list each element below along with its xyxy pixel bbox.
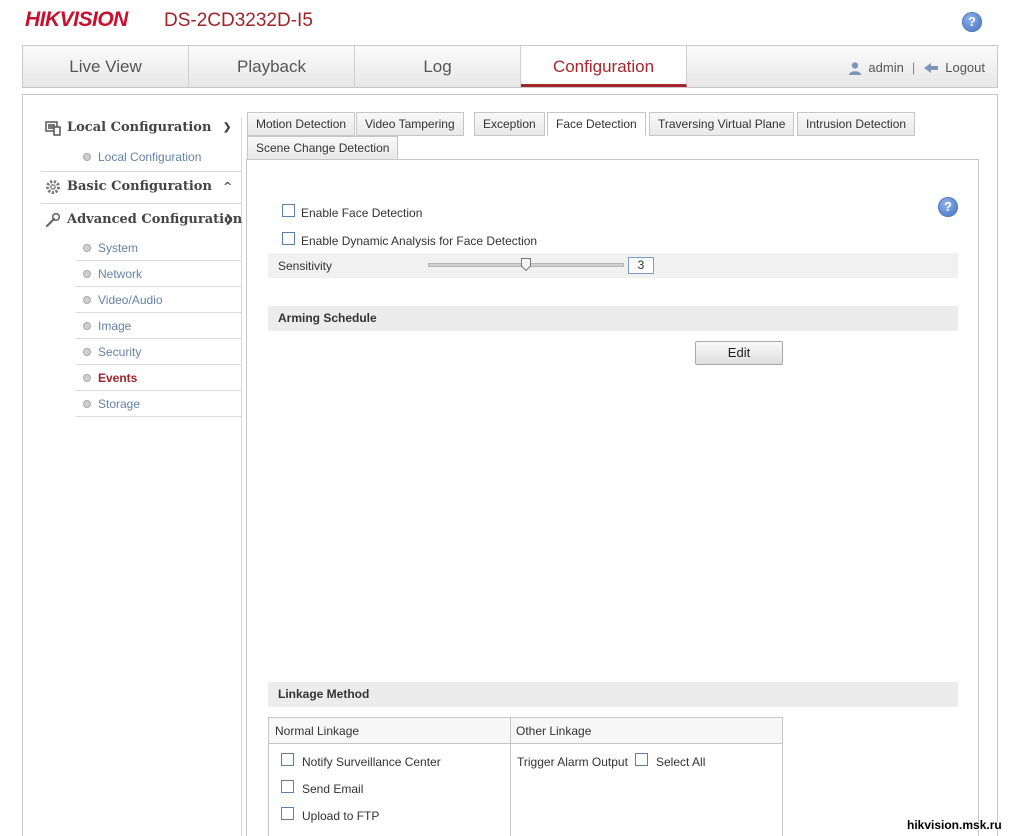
- tab-intrusion-detection[interactable]: Intrusion Detection: [797, 112, 916, 136]
- sidebar-separator: [41, 203, 241, 204]
- sidebar-item-system[interactable]: System: [75, 235, 242, 261]
- bullet-icon: [83, 296, 91, 304]
- top-nav: Live View Playback Log Configuration adm…: [22, 45, 998, 88]
- brand-logo: HIKVISION: [25, 8, 128, 31]
- linkage-method-header: Linkage Method: [268, 682, 958, 707]
- sidebar-local-label: Local Configuration: [67, 120, 212, 135]
- bullet-icon: [83, 322, 91, 330]
- bullet-icon: [83, 348, 91, 356]
- username: admin: [868, 60, 904, 76]
- send-email-label: Send Email: [302, 782, 364, 796]
- chevron-up-icon: ^: [223, 180, 233, 193]
- sidebar-item-label: Events: [98, 371, 138, 385]
- trigger-alarm-output-label: Trigger Alarm Output: [517, 755, 628, 769]
- bullet-icon: [83, 400, 91, 408]
- enable-dynamic-analysis-checkbox[interactable]: [282, 232, 295, 245]
- sidebar-item-label: System: [98, 241, 139, 255]
- sidebar-item-label: Security: [98, 345, 142, 359]
- chevron-down-icon: ❯: [225, 214, 234, 225]
- upload-to-ftp-checkbox[interactable]: [281, 807, 294, 820]
- nav-configuration[interactable]: Configuration: [521, 46, 687, 87]
- sidebar-item-label: Video/Audio: [98, 293, 163, 307]
- user-area: admin | Logout: [848, 46, 985, 87]
- logout-link[interactable]: Logout: [945, 60, 985, 75]
- monitor-icon: [45, 121, 61, 136]
- sidebar-basic-label: Basic Configuration: [67, 179, 212, 194]
- send-email-checkbox[interactable]: [281, 780, 294, 793]
- upload-to-ftp-label: Upload to FTP: [302, 809, 380, 823]
- help-button[interactable]: ?: [938, 197, 958, 217]
- sidebar-item-video-audio[interactable]: Video/Audio: [75, 287, 242, 313]
- chevron-down-icon: ❯: [223, 122, 232, 133]
- device-model: DS-2CD3232D-I5: [164, 10, 313, 31]
- tab-scene-change-detection[interactable]: Scene Change Detection: [247, 136, 399, 160]
- sidebar-item-label: Network: [98, 267, 143, 281]
- arming-schedule-header: Arming Schedule: [268, 306, 958, 331]
- linkage-table-header: Normal Linkage Other Linkage: [269, 718, 782, 744]
- column-divider: [510, 718, 511, 836]
- bullet-icon: [83, 270, 91, 278]
- sidebar-item-storage[interactable]: Storage: [75, 391, 242, 417]
- tab-exception[interactable]: Exception: [474, 112, 545, 136]
- sidebar-item-security[interactable]: Security: [75, 339, 242, 365]
- wrench-icon: [45, 212, 61, 228]
- help-button[interactable]: ?: [962, 12, 982, 32]
- sidebar-item-network[interactable]: Network: [75, 261, 242, 287]
- sidebar-advanced-label: Advanced Configuration: [67, 212, 243, 227]
- enable-dynamic-analysis-label: Enable Dynamic Analysis for Face Detecti…: [301, 234, 538, 248]
- slider-handle[interactable]: [521, 258, 531, 271]
- sidebar-item-label: Storage: [98, 397, 141, 411]
- nav-log[interactable]: Log: [355, 46, 521, 87]
- enable-face-detection-label: Enable Face Detection: [301, 206, 423, 220]
- sensitivity-row: Sensitivity 3: [268, 253, 958, 278]
- sidebar-item-label: Image: [98, 319, 132, 333]
- tab-video-tampering[interactable]: Video Tampering: [356, 112, 464, 136]
- gear-icon: [46, 180, 60, 194]
- normal-linkage-header: Normal Linkage: [275, 724, 360, 738]
- select-all-label: Select All: [656, 755, 706, 769]
- bullet-icon: [83, 374, 91, 382]
- bullet-icon: [83, 153, 91, 161]
- nav-separator: |: [911, 60, 916, 76]
- tab-motion-detection[interactable]: Motion Detection: [247, 112, 356, 136]
- sidebar-item-events[interactable]: Events: [75, 365, 242, 391]
- edit-button[interactable]: Edit: [695, 341, 783, 365]
- sidebar-item-label: Local Configuration: [98, 150, 202, 164]
- sensitivity-label: Sensitivity: [278, 259, 333, 273]
- help-icon: ?: [962, 12, 982, 32]
- tab-traversing-virtual-plane[interactable]: Traversing Virtual Plane: [649, 112, 795, 136]
- bullet-icon: [83, 244, 91, 252]
- linkage-table: Normal Linkage Other Linkage Notify Surv…: [268, 717, 783, 836]
- sensitivity-value[interactable]: 3: [628, 257, 654, 274]
- nav-live-view[interactable]: Live View: [23, 46, 189, 87]
- other-linkage-header: Other Linkage: [516, 724, 592, 738]
- enable-face-detection-checkbox[interactable]: [282, 204, 295, 217]
- help-icon: ?: [938, 197, 958, 217]
- notify-surveillance-center-label: Notify Surveillance Center: [302, 755, 441, 769]
- select-all-checkbox[interactable]: [635, 753, 648, 766]
- user-icon: [849, 61, 862, 75]
- sidebar-item-image[interactable]: Image: [75, 313, 242, 339]
- nav-playback[interactable]: Playback: [189, 46, 355, 87]
- notify-surveillance-center-checkbox[interactable]: [281, 753, 294, 766]
- tab-face-detection[interactable]: Face Detection: [547, 112, 646, 136]
- sidebar-item-local-configuration[interactable]: Local Configuration: [75, 144, 242, 170]
- watermark: hikvision.msk.ru: [907, 818, 1002, 832]
- logout-icon: [924, 62, 939, 73]
